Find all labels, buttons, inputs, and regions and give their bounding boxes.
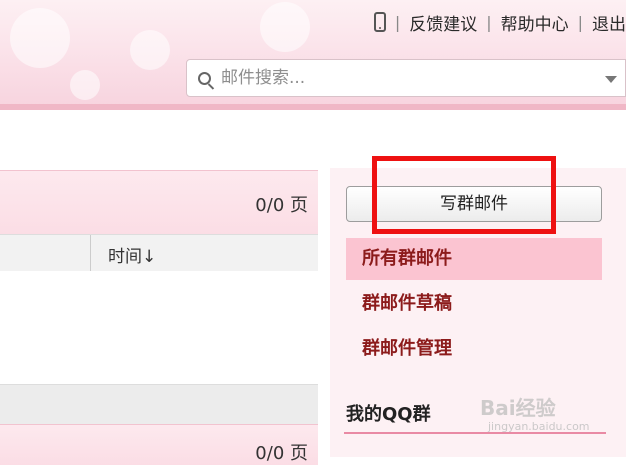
decor-blossom <box>260 2 310 52</box>
decor-blossom <box>10 8 70 68</box>
feedback-link[interactable]: 反馈建议 <box>409 10 477 35</box>
page-indicator: 0/0 页 <box>255 443 308 464</box>
top-links: | 反馈建议 | 帮助中心 | 退出 <box>373 10 626 35</box>
sidebar-item-all-group-mail[interactable]: 所有群邮件 <box>346 238 602 280</box>
header-divider <box>0 104 626 110</box>
watermark-url: jingyan.baidu.com <box>488 420 590 433</box>
phone-icon[interactable] <box>373 12 386 32</box>
logout-link[interactable]: 退出 <box>592 10 626 35</box>
chevron-down-icon[interactable] <box>605 76 617 83</box>
list-footer <box>0 384 318 425</box>
group-mail-sidebar: 写群邮件 所有群邮件 群邮件草稿 群邮件管理 我的QQ群 <box>330 156 626 457</box>
search-icon <box>198 71 211 85</box>
sidebar-item-group-mail-drafts[interactable]: 群邮件草稿 <box>346 283 602 325</box>
sidebar-item-group-mail-manage[interactable]: 群邮件管理 <box>346 328 602 370</box>
my-qq-groups-title: 我的QQ群 <box>346 404 431 425</box>
list-toolbar-top: 0/0 页 <box>0 170 318 235</box>
time-column-sort[interactable]: 时间↓ <box>108 242 156 267</box>
compose-group-mail-button[interactable]: 写群邮件 <box>346 186 602 222</box>
column-header: 时间↓ <box>0 234 318 272</box>
mail-search-box[interactable] <box>186 59 626 97</box>
top-header: | 反馈建议 | 帮助中心 | 退出 <box>0 0 626 110</box>
watermark-logo: Bai经验 <box>480 396 556 420</box>
search-input[interactable] <box>219 67 583 89</box>
help-center-link[interactable]: 帮助中心 <box>501 10 569 35</box>
mail-list-body <box>0 271 318 384</box>
decor-blossom <box>130 30 170 70</box>
decor-blossom <box>70 70 100 100</box>
column-divider <box>90 235 91 271</box>
page-indicator: 0/0 页 <box>255 195 308 216</box>
list-toolbar-bottom: 0/0 页 <box>0 424 318 465</box>
